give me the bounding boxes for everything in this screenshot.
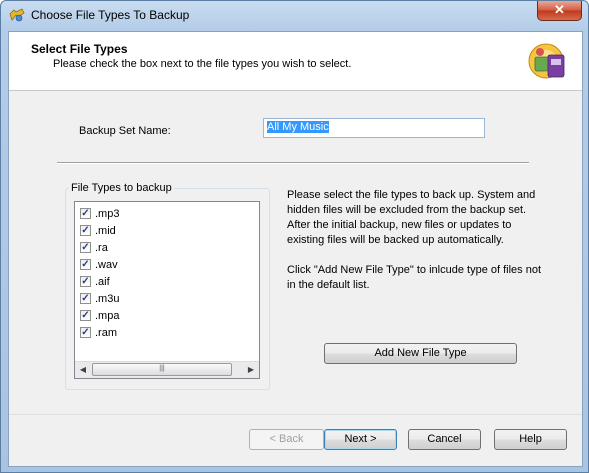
window-title: Choose File Types To Backup bbox=[31, 8, 190, 22]
grip-icon: ||| bbox=[159, 365, 165, 372]
wizard-header: Select File Types Please check the box n… bbox=[9, 32, 582, 91]
backup-set-name-value: All My Music bbox=[267, 121, 329, 133]
add-file-type-hint: Click "Add New File Type" to inlcude typ… bbox=[287, 264, 542, 291]
list-item-label: .mid bbox=[95, 225, 116, 237]
check-icon: ✓ bbox=[81, 276, 90, 287]
checkbox[interactable]: ✓ bbox=[80, 208, 91, 219]
app-icon bbox=[9, 8, 25, 22]
check-icon: ✓ bbox=[81, 208, 90, 219]
list-item-label: .wav bbox=[95, 259, 118, 271]
check-icon: ✓ bbox=[81, 310, 90, 321]
check-icon: ✓ bbox=[81, 225, 90, 236]
separator bbox=[57, 162, 529, 164]
list-item-label: .ra bbox=[95, 242, 108, 254]
cancel-button[interactable]: Cancel bbox=[408, 429, 481, 450]
check-icon: ✓ bbox=[81, 259, 90, 270]
header-title: Select File Types bbox=[31, 42, 128, 56]
checkbox[interactable]: ✓ bbox=[80, 259, 91, 270]
header-subtitle: Please check the box next to the file ty… bbox=[53, 58, 352, 70]
close-icon: ✕ bbox=[554, 2, 565, 17]
horizontal-scrollbar[interactable]: ◀ ||| ▶ bbox=[75, 361, 259, 378]
list-item-label: .aif bbox=[95, 276, 110, 288]
checkbox[interactable]: ✓ bbox=[80, 327, 91, 338]
list-item-label: .mp3 bbox=[95, 208, 120, 220]
checkbox[interactable]: ✓ bbox=[80, 310, 91, 321]
scroll-thumb[interactable]: ||| bbox=[92, 363, 232, 376]
check-icon: ✓ bbox=[81, 242, 90, 253]
help-button[interactable]: Help bbox=[494, 429, 567, 450]
footer-separator bbox=[9, 414, 582, 415]
check-icon: ✓ bbox=[81, 327, 90, 338]
checkbox[interactable]: ✓ bbox=[80, 225, 91, 236]
backup-set-name-input[interactable]: All My Music bbox=[263, 118, 485, 138]
scroll-left-icon[interactable]: ◀ bbox=[75, 362, 91, 378]
back-button[interactable]: < Back bbox=[249, 429, 324, 450]
title-bar[interactable]: Choose File Types To Backup ✕ bbox=[1, 1, 588, 31]
dialog-window: Choose File Types To Backup ✕ Select Fil… bbox=[0, 0, 589, 473]
scroll-right-icon[interactable]: ▶ bbox=[243, 362, 259, 378]
dialog-client-area: Select File Types Please check the box n… bbox=[8, 31, 583, 467]
check-icon: ✓ bbox=[81, 293, 90, 304]
backup-set-name-label: Backup Set Name: bbox=[79, 125, 171, 137]
next-button[interactable]: Next > bbox=[324, 429, 397, 450]
instructions-text: Please select the file types to back up.… bbox=[287, 189, 536, 246]
file-types-list[interactable]: ✓ .mp3 ✓ .mid ✓ .ra ✓ .wav ✓ .aif ✓ .m3u… bbox=[74, 201, 260, 379]
checkbox[interactable]: ✓ bbox=[80, 242, 91, 253]
checkbox[interactable]: ✓ bbox=[80, 293, 91, 304]
file-types-group-label: File Types to backup bbox=[69, 182, 174, 194]
backup-wizard-icon bbox=[528, 43, 565, 79]
list-item-label: .ram bbox=[95, 327, 117, 339]
list-item-label: .mpa bbox=[95, 310, 120, 322]
checkbox[interactable]: ✓ bbox=[80, 276, 91, 287]
add-new-file-type-button[interactable]: Add New File Type bbox=[324, 343, 517, 364]
list-item-label: .m3u bbox=[95, 293, 120, 305]
close-button[interactable]: ✕ bbox=[537, 1, 582, 21]
file-types-group: ✓ .mp3 ✓ .mid ✓ .ra ✓ .wav ✓ .aif ✓ .m3u… bbox=[65, 188, 270, 390]
